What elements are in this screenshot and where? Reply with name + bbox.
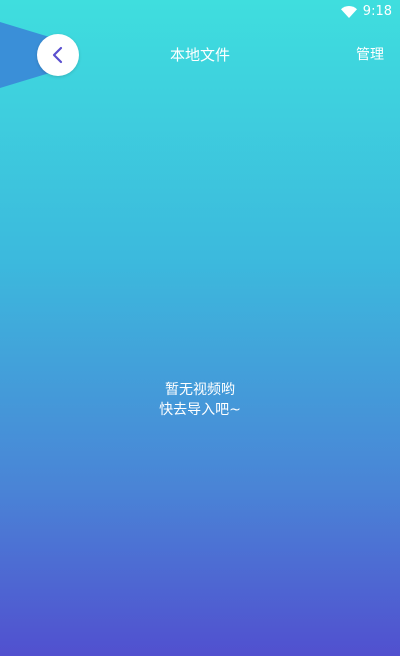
empty-state-hint: 快去导入吧~ <box>159 402 241 418</box>
status-bar: 9:18 <box>0 0 400 24</box>
status-bar-right: 9:18 <box>340 3 392 21</box>
local-files-screen: 9:18 本地文件 管理 暂无视频哟 快去导入吧~ <box>0 0 400 656</box>
chevron-left-icon <box>52 46 63 64</box>
empty-state-message: 暂无视频哟 <box>165 382 235 398</box>
manage-button[interactable]: 管理 <box>356 44 384 66</box>
status-time: 9:18 <box>362 4 392 19</box>
wifi-icon <box>340 6 357 18</box>
empty-state: 暂无视频哟 快去导入吧~ <box>0 380 400 420</box>
back-button[interactable] <box>37 34 79 76</box>
